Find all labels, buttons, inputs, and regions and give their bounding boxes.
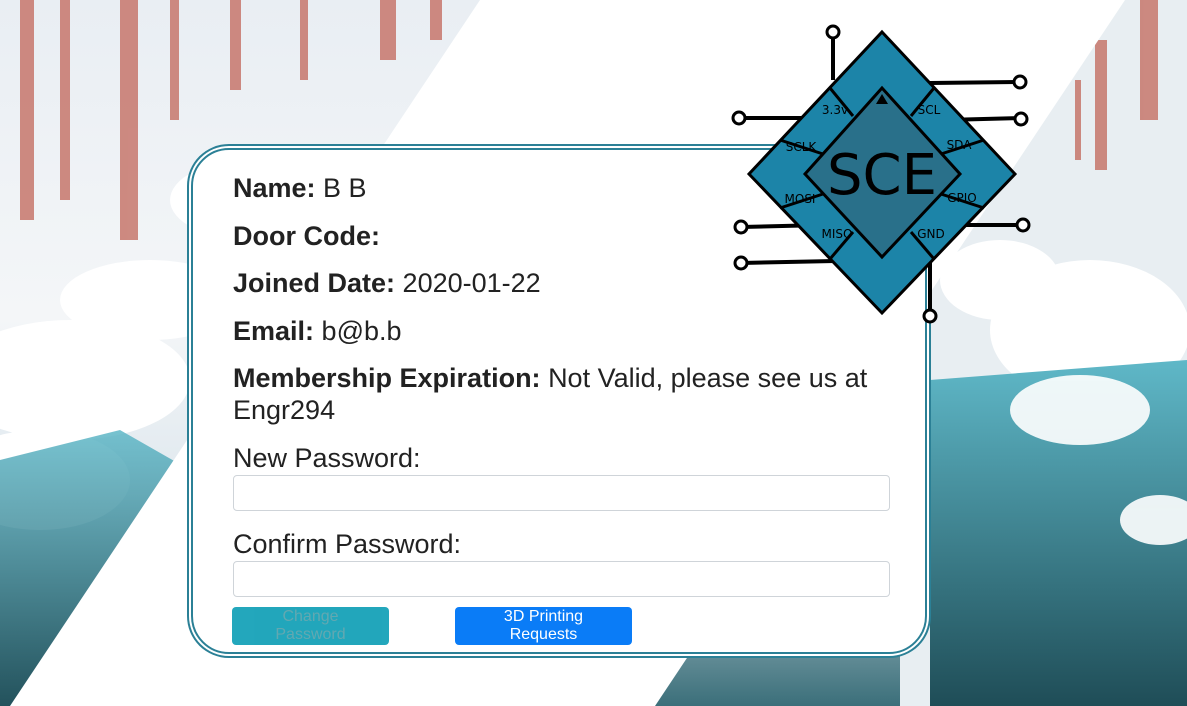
change-password-button[interactable]: Change Password: [232, 607, 389, 645]
name-value: B B: [323, 173, 367, 203]
door-code-row: Door Code:: [233, 220, 380, 252]
email-row: Email: b@b.b: [233, 315, 402, 347]
new-password-input[interactable]: [233, 475, 890, 511]
joined-date-value: 2020-01-22: [402, 268, 541, 298]
printing-requests-button[interactable]: 3D Printing Requests: [455, 607, 632, 645]
pin-label-sclk: SCLK: [786, 140, 818, 154]
membership-label: Membership Expiration:: [233, 363, 541, 393]
pin-label-sda: SDA: [947, 138, 973, 152]
email-value: b@b.b: [321, 316, 402, 346]
name-label: Name:: [233, 173, 316, 203]
pin-label-gnd: GND: [917, 227, 945, 241]
new-password-label: New Password:: [233, 443, 421, 473]
confirm-password-input[interactable]: [233, 561, 890, 597]
pin-label-scl: SCL: [918, 103, 941, 117]
pin-label-gpio: GPIO: [947, 191, 977, 205]
confirm-password-label: Confirm Password:: [233, 529, 462, 559]
pin-label-mosi: MOSI: [785, 192, 816, 206]
membership-location: Engr294: [233, 395, 336, 425]
sce-logo: SCE 3.3v SCL SCLK SDA MOSI GPIO MISO GND: [731, 24, 1031, 324]
joined-date-row: Joined Date: 2020-01-22: [233, 267, 541, 299]
logo-center-text: SCE: [827, 143, 937, 208]
membership-value: Not Valid, please see us at: [548, 363, 868, 393]
door-code-label: Door Code:: [233, 221, 380, 251]
email-label: Email:: [233, 316, 315, 346]
pin-label-miso: MISO: [822, 227, 853, 241]
name-row: Name: B B: [233, 172, 367, 204]
pin-label-3v3: 3.3v: [822, 103, 848, 117]
joined-date-label: Joined Date:: [233, 268, 396, 298]
membership-row: Membership Expiration: Not Valid, please…: [233, 362, 913, 426]
